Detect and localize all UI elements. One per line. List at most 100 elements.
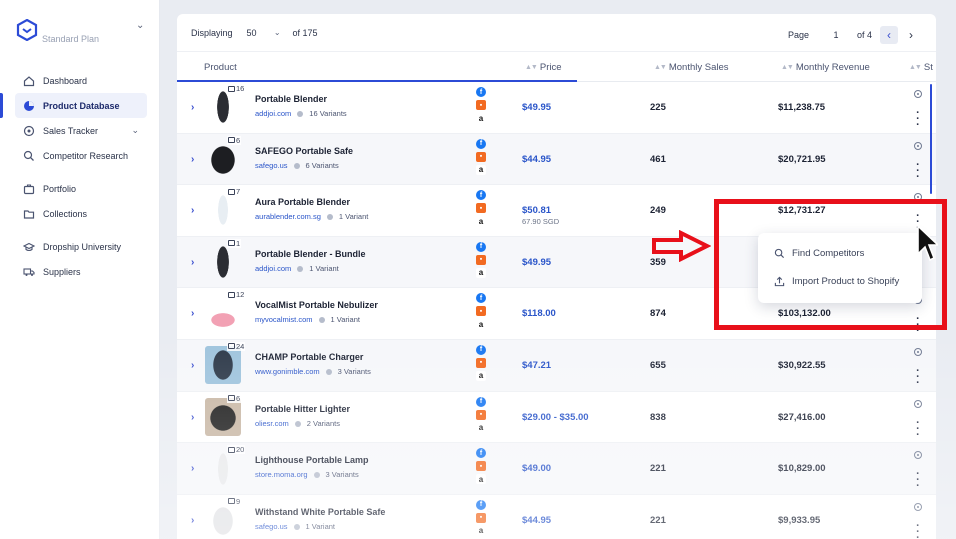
chevron-down-icon[interactable]: ⌄ [136, 20, 144, 31]
more-options-icon[interactable]: ··· [913, 417, 923, 440]
amazon-icon[interactable]: a [476, 267, 486, 278]
more-options-icon[interactable]: ··· [913, 365, 923, 388]
product-thumbnail[interactable] [205, 397, 241, 436]
sidebar-item-competitor-research[interactable]: Competitor Research [0, 143, 147, 168]
product-thumbnail[interactable] [205, 345, 241, 384]
product-name[interactable]: VocalMist Portable Nebulizer [255, 300, 378, 310]
product-name[interactable]: Aura Portable Blender [255, 197, 350, 207]
more-options-icon[interactable]: ··· [913, 159, 923, 182]
shopify-icon[interactable]: ▪ [476, 151, 486, 162]
expand-row-chevron-icon[interactable]: › [191, 205, 194, 216]
column-header-monthly-sales[interactable]: ▲▼ Monthly Sales [654, 62, 729, 73]
amazon-icon[interactable]: a [476, 525, 486, 536]
page-input[interactable]: 1 [821, 26, 851, 44]
product-thumbnail[interactable] [205, 139, 241, 178]
brand[interactable] [16, 19, 38, 41]
table-row[interactable]: › 9 Withstand White Portable Safe safego… [177, 495, 936, 539]
shopify-icon[interactable]: ▪ [476, 306, 486, 317]
store-link[interactable]: aurablender.com.sg [255, 212, 321, 221]
info-icon[interactable] [325, 368, 332, 375]
store-link[interactable]: safego.us [255, 161, 288, 170]
per-page-select[interactable]: 50 ⌄ [241, 23, 285, 43]
shopify-icon[interactable]: ▪ [476, 409, 486, 420]
info-icon[interactable] [293, 523, 300, 530]
expand-row-chevron-icon[interactable]: › [191, 257, 194, 268]
amazon-icon[interactable]: a [476, 422, 486, 433]
expand-row-chevron-icon[interactable]: › [191, 360, 194, 371]
product-thumbnail[interactable] [205, 88, 241, 126]
shopify-icon[interactable]: ▪ [476, 357, 486, 368]
info-icon[interactable] [294, 420, 301, 427]
facebook-icon[interactable]: f [476, 138, 486, 149]
more-options-icon[interactable]: ··· [913, 520, 923, 539]
product-name[interactable]: SAFEGO Portable Safe [255, 146, 353, 156]
previous-page-button[interactable]: ‹ [880, 26, 898, 44]
info-icon[interactable] [293, 162, 300, 169]
facebook-icon[interactable]: f [476, 87, 486, 97]
sidebar-item-dropship-university[interactable]: Dropship University [0, 234, 147, 259]
facebook-icon[interactable]: f [476, 190, 486, 201]
chevron-down-icon[interactable]: ⌄ [131, 125, 139, 136]
shopify-icon[interactable]: ▪ [476, 461, 486, 472]
sidebar-item-collections[interactable]: Collections [0, 201, 147, 226]
product-name[interactable]: Withstand White Portable Safe [255, 507, 385, 517]
product-thumbnail[interactable] [205, 500, 241, 539]
sidebar-item-dashboard[interactable]: Dashboard [0, 68, 147, 93]
column-header-monthly-revenue[interactable]: ▲▼ Monthly Revenue [781, 62, 870, 73]
sidebar-item-sales-tracker[interactable]: Sales Tracker ⌄ [0, 118, 147, 143]
shopify-icon[interactable]: ▪ [476, 100, 486, 110]
more-options-icon[interactable]: ··· [913, 469, 923, 492]
amazon-icon[interactable]: a [476, 216, 486, 227]
expand-row-chevron-icon[interactable]: › [191, 463, 194, 474]
column-header-product[interactable]: Product [204, 62, 237, 73]
track-target-icon[interactable] [914, 90, 922, 98]
product-thumbnail[interactable] [205, 294, 241, 333]
facebook-icon[interactable]: f [476, 293, 486, 304]
info-icon[interactable] [313, 472, 320, 479]
product-name[interactable]: CHAMP Portable Charger [255, 352, 363, 362]
column-header-price[interactable]: ▲▼ Price [525, 62, 562, 73]
facebook-icon[interactable]: f [476, 241, 486, 252]
info-icon[interactable] [326, 214, 333, 221]
track-target-icon[interactable] [914, 451, 922, 460]
product-thumbnail[interactable] [205, 242, 241, 281]
more-options-icon[interactable]: ··· [913, 108, 923, 131]
scrollbar[interactable] [930, 84, 932, 194]
track-target-icon[interactable] [914, 141, 922, 150]
product-name[interactable]: Portable Hitter Lighter [255, 404, 350, 414]
product-name[interactable]: Portable Blender [255, 94, 327, 104]
table-row[interactable]: › 6 SAFEGO Portable Safe safego.us 6 Vari… [177, 133, 936, 186]
table-row[interactable]: › 16 Portable Blender addjoi.com 16 Varia… [177, 82, 936, 134]
store-link[interactable]: www.gonimble.com [255, 367, 320, 376]
amazon-icon[interactable]: a [476, 474, 486, 485]
store-link[interactable]: safego.us [255, 522, 288, 531]
table-row[interactable]: › 6 Portable Hitter Lighter oliesr.com 2 … [177, 392, 936, 444]
expand-row-chevron-icon[interactable]: › [191, 515, 194, 526]
facebook-icon[interactable]: f [476, 448, 486, 459]
amazon-icon[interactable]: a [476, 319, 486, 330]
info-icon[interactable] [318, 317, 325, 324]
track-target-icon[interactable] [914, 502, 922, 511]
amazon-icon[interactable]: a [476, 113, 486, 123]
amazon-icon[interactable]: a [476, 164, 486, 175]
table-row[interactable]: › 24 CHAMP Portable Charger www.gonimble… [177, 339, 936, 392]
shopify-icon[interactable]: ▪ [476, 254, 486, 265]
facebook-icon[interactable]: f [476, 499, 486, 510]
info-icon[interactable] [297, 265, 304, 272]
shopify-icon[interactable]: ▪ [476, 203, 486, 214]
track-target-icon[interactable] [914, 347, 922, 356]
expand-row-chevron-icon[interactable]: › [191, 154, 194, 165]
expand-row-chevron-icon[interactable]: › [191, 308, 194, 319]
info-icon[interactable] [297, 111, 304, 118]
product-thumbnail[interactable] [205, 449, 241, 488]
sidebar-item-suppliers[interactable]: Suppliers [0, 259, 147, 284]
store-link[interactable]: addjoi.com [255, 109, 291, 118]
expand-row-chevron-icon[interactable]: › [191, 102, 194, 113]
product-name[interactable]: Portable Blender - Bundle [255, 249, 366, 259]
shopify-icon[interactable]: ▪ [476, 512, 486, 523]
store-link[interactable]: oliesr.com [255, 419, 289, 428]
store-link[interactable]: store.moma.org [255, 470, 308, 479]
next-page-button[interactable]: › [902, 26, 920, 44]
store-link[interactable]: myvocalmist.com [255, 315, 313, 324]
store-link[interactable]: addjoi.com [255, 264, 291, 273]
